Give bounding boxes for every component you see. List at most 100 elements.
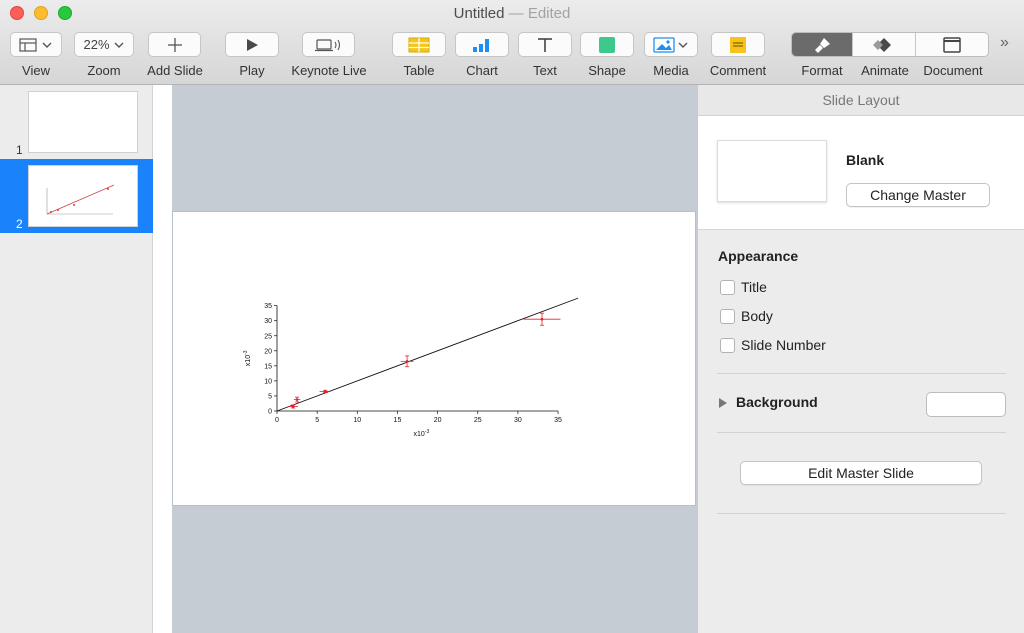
y-tick-label: 5 <box>268 393 272 400</box>
shape-label: Shape <box>588 63 626 78</box>
toolbar: Untitled — Edited View 22% Zoom Add Slid… <box>0 0 1024 85</box>
window-title: Untitled — Edited <box>0 5 1024 22</box>
x-tick-label: 30 <box>514 417 522 424</box>
title-checkbox[interactable] <box>720 279 735 295</box>
x-tick-label: 10 <box>353 417 361 424</box>
document-icon <box>943 36 961 53</box>
x-tick-label: 0 <box>275 417 279 424</box>
data-point <box>405 360 409 363</box>
format-label: Format <box>801 63 843 78</box>
slide-thumbnail-2[interactable]: 2 <box>0 159 153 233</box>
current-slide[interactable]: 0 5 10 15 20 25 30 35 0 5 10 15 20 25 30 35 x10-3 x10-3 <box>172 211 696 506</box>
text-button[interactable] <box>518 32 572 57</box>
y-tick-label: 25 <box>264 333 272 340</box>
data-point <box>323 390 327 393</box>
data-point <box>295 398 299 401</box>
title-checkbox-label: Title <box>741 279 767 295</box>
media-button[interactable] <box>644 32 698 57</box>
master-name: Blank <box>846 152 885 168</box>
view-sidebar-icon <box>19 37 52 52</box>
fit-line <box>276 297 579 412</box>
body-checkbox-label: Body <box>741 308 773 324</box>
scatter-chart[interactable]: 0 5 10 15 20 25 30 35 0 5 10 15 20 25 30 35 x10-3 x10-3 <box>173 212 697 507</box>
zoom-dropdown[interactable]: 22% <box>74 32 134 57</box>
toolbar-overflow-icon[interactable]: » <box>1000 34 1009 52</box>
title-checkbox-row[interactable]: Title <box>720 279 767 295</box>
slide-1-preview <box>28 91 138 153</box>
x-axis-label: x10-3 <box>414 429 430 438</box>
slide-number: 2 <box>16 217 23 231</box>
disclosure-triangle-icon <box>719 398 727 408</box>
text-icon <box>538 37 552 52</box>
background-disclosure[interactable] <box>718 396 728 411</box>
y-axis-label: x10-3 <box>243 350 252 366</box>
comment-note-icon <box>730 36 746 53</box>
background-color-well[interactable] <box>926 392 1006 417</box>
media-label: Media <box>653 63 689 78</box>
slide-number: 1 <box>16 143 23 157</box>
view-button[interactable] <box>10 32 62 57</box>
document-label: Document <box>923 63 983 78</box>
slide-number-checkbox-row[interactable]: Slide Number <box>720 337 826 353</box>
change-master-button[interactable]: Change Master <box>846 183 990 207</box>
media-photo-icon <box>653 36 688 53</box>
x-tick-label: 20 <box>434 417 442 424</box>
master-thumbnail[interactable] <box>717 140 827 202</box>
animate-tab[interactable] <box>853 33 916 56</box>
data-point <box>291 405 295 408</box>
data-point <box>540 317 544 321</box>
x-tick-label: 5 <box>315 417 319 424</box>
chart-button[interactable] <box>455 32 509 57</box>
shape-square-icon <box>599 36 615 53</box>
slide-number-checkbox-label: Slide Number <box>741 337 826 353</box>
navigator-gutter <box>153 85 172 633</box>
edit-master-slide-button[interactable]: Edit Master Slide <box>740 461 982 485</box>
text-label: Text <box>533 63 557 78</box>
add-slide-label: Add Slide <box>147 63 203 78</box>
chevron-down-icon <box>114 42 124 48</box>
appearance-title: Appearance <box>718 248 799 264</box>
slide-canvas: 0 5 10 15 20 25 30 35 0 5 10 15 20 25 30 35 x10-3 x10-3 <box>172 85 697 633</box>
slide-number-checkbox[interactable] <box>720 337 735 353</box>
body-checkbox-row[interactable]: Body <box>720 308 773 324</box>
divider <box>717 373 1006 374</box>
master-section: Blank Change Master <box>698 116 1024 230</box>
y-tick-label: 0 <box>268 409 272 416</box>
table-button[interactable] <box>392 32 446 57</box>
add-slide-button[interactable] <box>148 32 201 57</box>
play-button[interactable] <box>225 32 279 57</box>
slide-2-mini-chart <box>46 184 115 215</box>
inspector-tabs <box>791 32 989 57</box>
plus-icon <box>167 37 182 52</box>
y-tick-label: 35 <box>264 303 272 310</box>
bar-chart-icon <box>473 38 489 52</box>
chart-label: Chart <box>466 63 498 78</box>
keynote-live-label: Keynote Live <box>291 63 367 78</box>
divider <box>717 432 1006 433</box>
view-label: View <box>22 63 50 78</box>
body-checkbox[interactable] <box>720 308 735 324</box>
play-label: Play <box>239 63 265 78</box>
document-title: Untitled <box>453 5 505 22</box>
slide-thumbnail-1[interactable]: 1 <box>0 85 153 159</box>
y-tick-label: 10 <box>264 378 272 385</box>
zoom-value: 22% <box>83 37 110 52</box>
shape-button[interactable] <box>580 32 634 57</box>
zoom-label: Zoom <box>87 63 121 78</box>
comment-label: Comment <box>709 63 767 78</box>
animate-diamond-icon <box>873 37 892 52</box>
x-tick-label: 15 <box>394 417 402 424</box>
paintbrush-icon <box>815 37 831 53</box>
keynote-live-icon <box>314 38 340 51</box>
comment-button[interactable] <box>711 32 765 57</box>
play-icon <box>247 38 258 51</box>
inspector-panel: Slide Layout Blank Change Master Appeara… <box>697 85 1024 633</box>
y-tick-label: 30 <box>264 318 272 325</box>
slide-navigator: 1 2 <box>0 85 153 633</box>
background-label: Background <box>736 394 818 410</box>
x-tick-label: 25 <box>474 417 482 424</box>
document-tab[interactable] <box>915 33 988 56</box>
x-tick-label: 35 <box>554 417 562 424</box>
format-tab[interactable] <box>792 33 854 56</box>
keynote-live-button[interactable] <box>302 32 355 57</box>
